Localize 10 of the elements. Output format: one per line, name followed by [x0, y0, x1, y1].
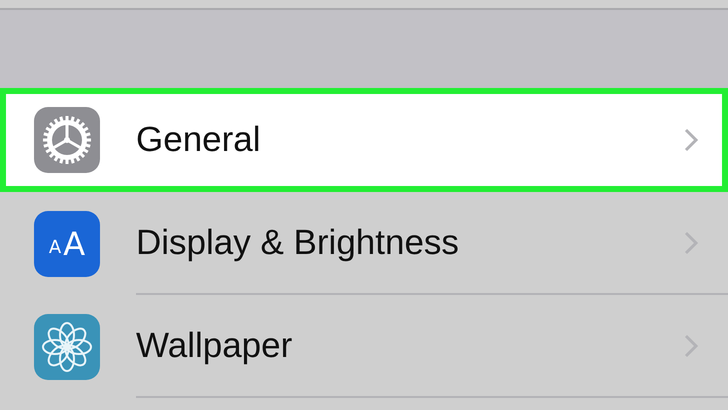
settings-row[interactable]: General — [0, 88, 728, 192]
gear-icon — [34, 107, 100, 173]
letters-icon: AA — [34, 210, 100, 276]
flower-icon — [34, 314, 100, 380]
row-label: Display & Brightness — [136, 222, 460, 262]
chevron-icon — [684, 128, 698, 152]
row-label: General — [136, 120, 262, 160]
row-label: Wallpaper — [136, 326, 294, 366]
chevron-icon — [684, 230, 698, 254]
chevron-icon — [684, 334, 698, 358]
